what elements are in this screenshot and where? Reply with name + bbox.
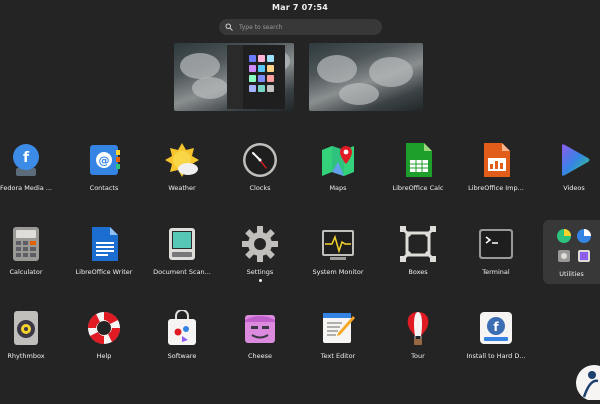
app-libreoffice-writer[interactable]: LibreOffice Writer xyxy=(62,226,146,276)
svg-text:@: @ xyxy=(99,154,110,167)
page-indicator-logo xyxy=(572,361,600,401)
software-bag-icon xyxy=(164,310,200,346)
folder-icon xyxy=(556,228,592,264)
app-help[interactable]: Help xyxy=(62,310,146,360)
boxes-icon xyxy=(400,226,436,262)
app-calculator[interactable]: Calculator xyxy=(0,226,68,276)
app-boxes[interactable]: Boxes xyxy=(376,226,460,276)
app-terminal[interactable]: Terminal xyxy=(454,226,538,276)
gear-icon xyxy=(242,226,278,262)
svg-text:f: f xyxy=(23,150,30,166)
app-libreoffice-calc[interactable]: LibreOffice Calc xyxy=(376,142,460,192)
folder-utilities[interactable]: Utilities xyxy=(543,220,600,284)
libreoffice-impress-icon xyxy=(478,142,514,178)
cheese-icon xyxy=(242,310,278,346)
app-install-to-hard-drive[interactable]: f Install to Hard D... xyxy=(454,310,538,360)
app-tour[interactable]: Tour xyxy=(376,310,460,360)
text-editor-icon xyxy=(320,310,356,346)
app-fedora-media-writer[interactable]: f Fedora Media ... xyxy=(0,142,68,192)
app-document-scanner[interactable]: Document Scan... xyxy=(140,226,224,276)
videos-icon xyxy=(556,142,592,178)
document-scanner-icon xyxy=(164,226,200,262)
hot-air-balloon-icon xyxy=(400,310,436,346)
app-clocks[interactable]: Clocks xyxy=(218,142,302,192)
app-libreoffice-impress[interactable]: LibreOffice Imp... xyxy=(454,142,538,192)
app-weather[interactable]: Weather xyxy=(140,142,224,192)
app-system-monitor[interactable]: System Monitor xyxy=(296,226,380,276)
speaker-icon xyxy=(8,310,44,346)
libreoffice-writer-icon xyxy=(86,226,122,262)
app-rhythmbox[interactable]: Rhythmbox xyxy=(0,310,68,360)
app-settings[interactable]: Settings xyxy=(218,226,302,282)
weather-icon xyxy=(164,142,200,178)
install-icon: f xyxy=(478,310,514,346)
running-indicator xyxy=(258,279,262,282)
libreoffice-calc-icon xyxy=(400,142,436,178)
app-maps[interactable]: Maps xyxy=(296,142,380,192)
contacts-icon: @ xyxy=(86,142,122,178)
folder-label: Utilities xyxy=(559,270,584,278)
app-contacts[interactable]: @ Contacts xyxy=(62,142,146,192)
lifebuoy-icon xyxy=(86,310,122,346)
terminal-icon xyxy=(478,226,514,262)
app-text-editor[interactable]: Text Editor xyxy=(296,310,380,360)
system-monitor-icon xyxy=(320,226,356,262)
app-videos[interactable]: Videos xyxy=(532,142,600,192)
calculator-icon xyxy=(8,226,44,262)
clock-icon xyxy=(242,142,278,178)
svg-text:f: f xyxy=(493,320,499,334)
fedora-media-writer-icon: f xyxy=(8,142,44,178)
app-cheese[interactable]: Cheese xyxy=(218,310,302,360)
app-grid: f Fedora Media ... @ Contacts Weather Cl… xyxy=(0,0,600,400)
maps-icon xyxy=(320,142,356,178)
app-software[interactable]: Software xyxy=(140,310,224,360)
